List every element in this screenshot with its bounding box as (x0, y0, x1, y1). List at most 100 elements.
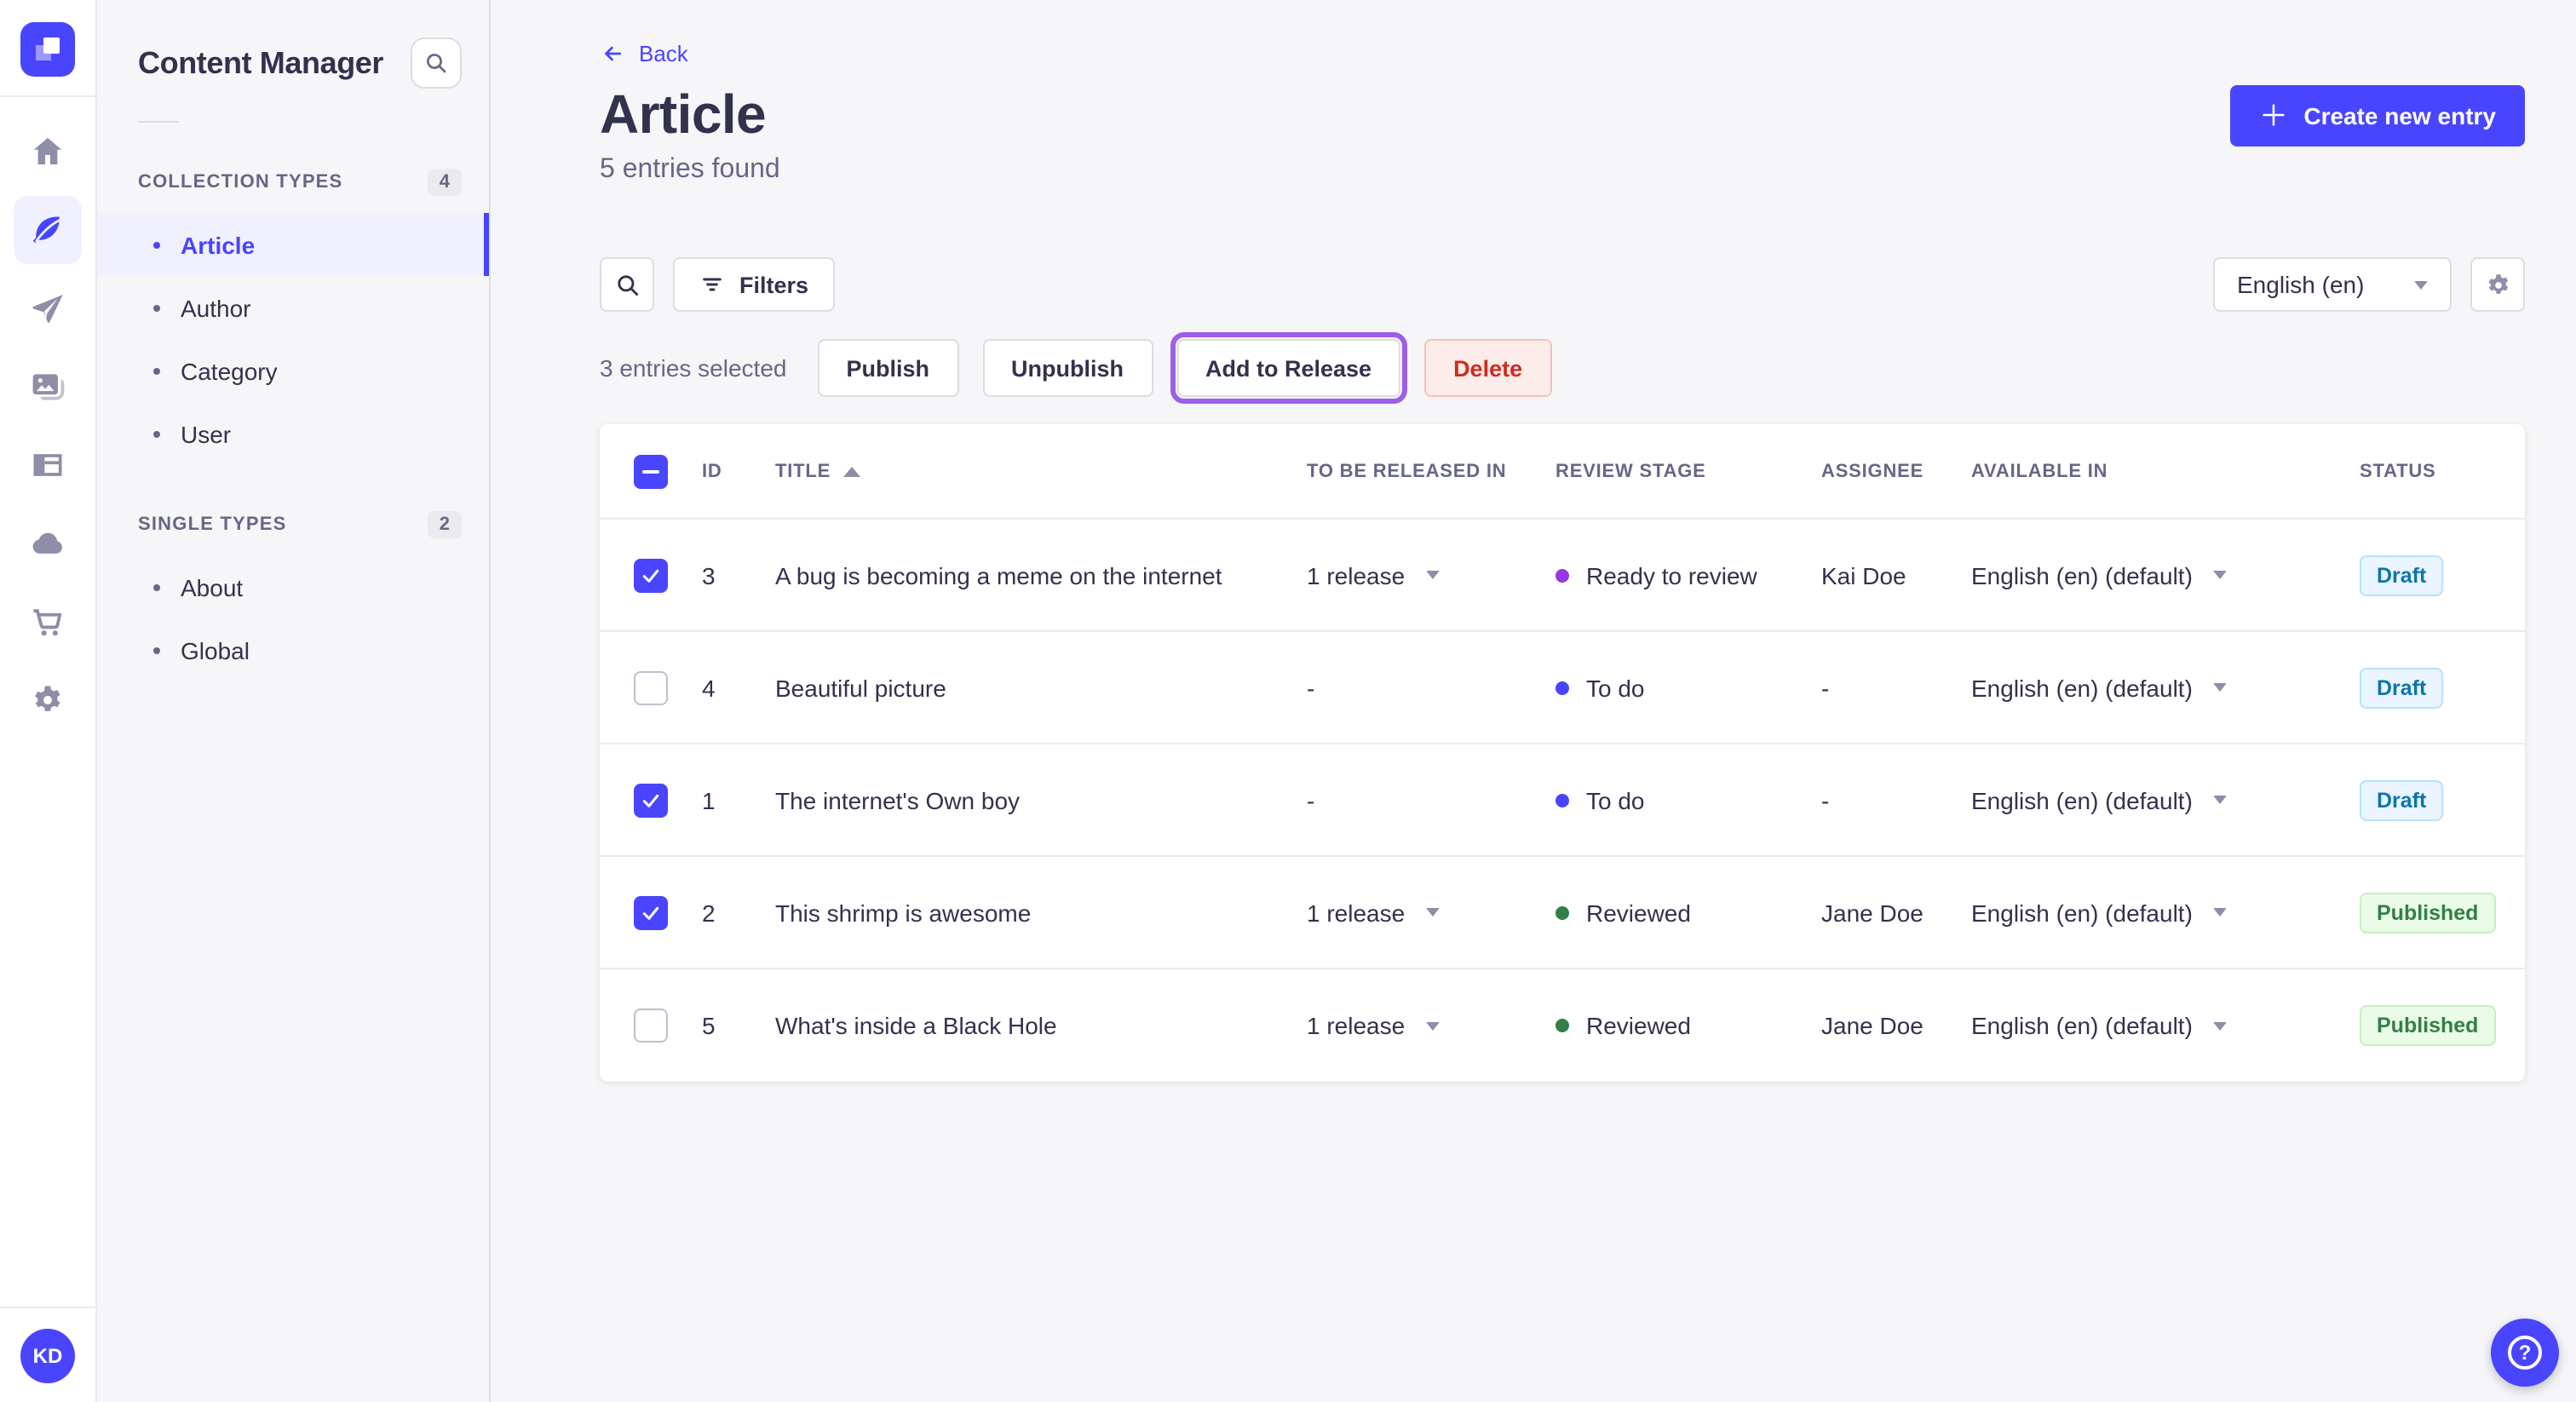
check-icon (642, 905, 659, 919)
row-release-value: 1 release (1307, 899, 1406, 926)
back-link[interactable]: Back (600, 41, 688, 66)
row-checkbox[interactable] (634, 783, 668, 817)
table-row[interactable]: 1 The internet's Own boy - To do - Engli… (600, 744, 2525, 857)
row-locale-dropdown[interactable]: English (en) (default) (1971, 674, 2360, 701)
content-manager-nav-button[interactable] (14, 196, 82, 264)
sidebar-item-label: Article (181, 231, 256, 258)
review-stage-label: To do (1586, 674, 1645, 701)
row-assignee: Jane Doe (1821, 899, 1923, 926)
row-title: This shrimp is awesome (775, 899, 1032, 926)
sidebar-item-global[interactable]: Global (97, 618, 489, 681)
row-release-dropdown[interactable]: 1 release (1307, 1012, 1555, 1039)
strapi-logo[interactable] (20, 22, 75, 77)
sidebar-item-about[interactable]: About (97, 555, 489, 618)
row-id: 1 (702, 786, 716, 813)
row-locale-dropdown[interactable]: English (en) (default) (1971, 786, 2360, 813)
review-stage-label: To do (1586, 786, 1645, 813)
row-assignee: - (1821, 674, 1830, 701)
table-row[interactable]: 3 A bug is becoming a meme on the intern… (600, 520, 2525, 632)
feather-icon (32, 216, 61, 244)
layout-icon (33, 454, 62, 476)
bullet-icon (153, 304, 160, 311)
status-badge: Published (2360, 892, 2496, 933)
user-avatar[interactable]: KD (20, 1329, 75, 1383)
media-library-nav-button[interactable] (14, 353, 82, 421)
row-review-stage: Reviewed (1555, 1012, 1821, 1039)
row-locale-dropdown[interactable]: English (en) (default) (1971, 899, 2360, 926)
question-mark-icon: ? (2508, 1336, 2542, 1370)
table-row[interactable]: 5 What's inside a Black Hole 1 release R… (600, 969, 2525, 1082)
chevron-down-icon (2414, 280, 2428, 289)
filters-button[interactable]: Filters (673, 257, 835, 312)
review-stage-dot (1555, 568, 1569, 582)
search-icon (427, 54, 446, 73)
row-release-dropdown[interactable]: - (1307, 786, 1555, 813)
column-header-title-label: TITLE (775, 461, 831, 481)
marketplace-nav-button[interactable] (14, 588, 82, 656)
filters-label: Filters (739, 272, 809, 297)
row-checkbox[interactable] (634, 1008, 668, 1043)
rail-bottom: KD (0, 1307, 95, 1402)
sidebar-item-category[interactable]: Category (97, 339, 489, 402)
bullet-icon (153, 367, 160, 374)
row-checkbox[interactable] (634, 895, 668, 929)
bullet-icon (153, 430, 160, 437)
publish-button[interactable]: Publish (817, 339, 958, 397)
cloud-nav-button[interactable] (14, 509, 82, 577)
sidebar-item-author[interactable]: Author (97, 276, 489, 339)
paper-plane-icon (32, 295, 63, 323)
row-assignee: Jane Doe (1821, 1012, 1923, 1039)
row-review-stage: Ready to review (1555, 561, 1821, 589)
column-header-title[interactable]: TITLE (775, 461, 1307, 481)
status-badge: Draft (2360, 779, 2444, 820)
select-all-checkbox[interactable] (634, 454, 668, 488)
table-row[interactable]: 4 Beautiful picture - To do - English (e… (600, 632, 2525, 744)
review-stage-dot (1555, 793, 1569, 807)
unpublish-button[interactable]: Unpublish (982, 339, 1153, 397)
settings-nav-button[interactable] (14, 666, 82, 734)
plus-icon (2263, 104, 2285, 126)
main-content: Back Article Create new entry 5 entries … (491, 0, 2576, 1402)
row-assignee: - (1821, 786, 1830, 813)
bullet-icon (153, 241, 160, 248)
row-locale-dropdown[interactable]: English (en) (default) (1971, 1012, 2360, 1039)
row-id: 3 (702, 561, 716, 589)
cloud-icon (32, 532, 62, 554)
search-entries-button[interactable] (600, 257, 654, 312)
table-header-row: ID TITLE TO BE RELEASED IN REVIEW STAGE … (600, 424, 2525, 520)
review-stage-label: Reviewed (1586, 1012, 1691, 1039)
section-label-collection-types: COLLECTION TYPES (138, 172, 343, 192)
row-release-dropdown[interactable]: 1 release (1307, 561, 1555, 589)
chevron-down-icon (2212, 571, 2227, 579)
sidebar-item-user[interactable]: User (97, 402, 489, 465)
row-locale-dropdown[interactable]: English (en) (default) (1971, 561, 2360, 589)
row-release-dropdown[interactable]: 1 release (1307, 899, 1555, 926)
images-icon (32, 374, 65, 400)
content-type-builder-nav-button[interactable] (14, 431, 82, 499)
home-nav-button[interactable] (14, 118, 82, 186)
delete-button[interactable]: Delete (1424, 339, 1552, 397)
row-release-value: - (1307, 674, 1315, 701)
help-button[interactable]: ? (2491, 1319, 2559, 1387)
add-to-release-button[interactable]: Add to Release (1170, 332, 1408, 404)
chevron-down-icon (1425, 1021, 1440, 1030)
row-release-dropdown[interactable]: - (1307, 674, 1555, 701)
row-assignee: Kai Doe (1821, 561, 1906, 589)
content-manager-app: KD Content Manager COLLECTION TYPES 4 Ar… (0, 0, 2576, 1402)
table-row[interactable]: 2 This shrimp is awesome 1 release Revie… (600, 857, 2525, 969)
locale-select[interactable]: English (en) (2213, 257, 2452, 312)
row-checkbox[interactable] (634, 670, 668, 704)
create-new-entry-button[interactable]: Create new entry (2230, 84, 2525, 146)
row-review-stage: To do (1555, 786, 1821, 813)
view-settings-button[interactable] (2470, 257, 2525, 312)
sort-ascending-icon (842, 466, 860, 476)
review-stage-label: Ready to review (1586, 561, 1757, 589)
chevron-down-icon (2212, 796, 2227, 804)
sidebar-item-article[interactable]: Article (97, 213, 489, 276)
gear-icon (2487, 273, 2508, 293)
entries-table: ID TITLE TO BE RELEASED IN REVIEW STAGE … (600, 424, 2525, 1082)
releases-nav-button[interactable] (14, 274, 82, 342)
sidebar-title: Content Manager (138, 45, 384, 79)
sidebar-search-button[interactable] (411, 37, 462, 89)
row-checkbox[interactable] (634, 558, 668, 592)
